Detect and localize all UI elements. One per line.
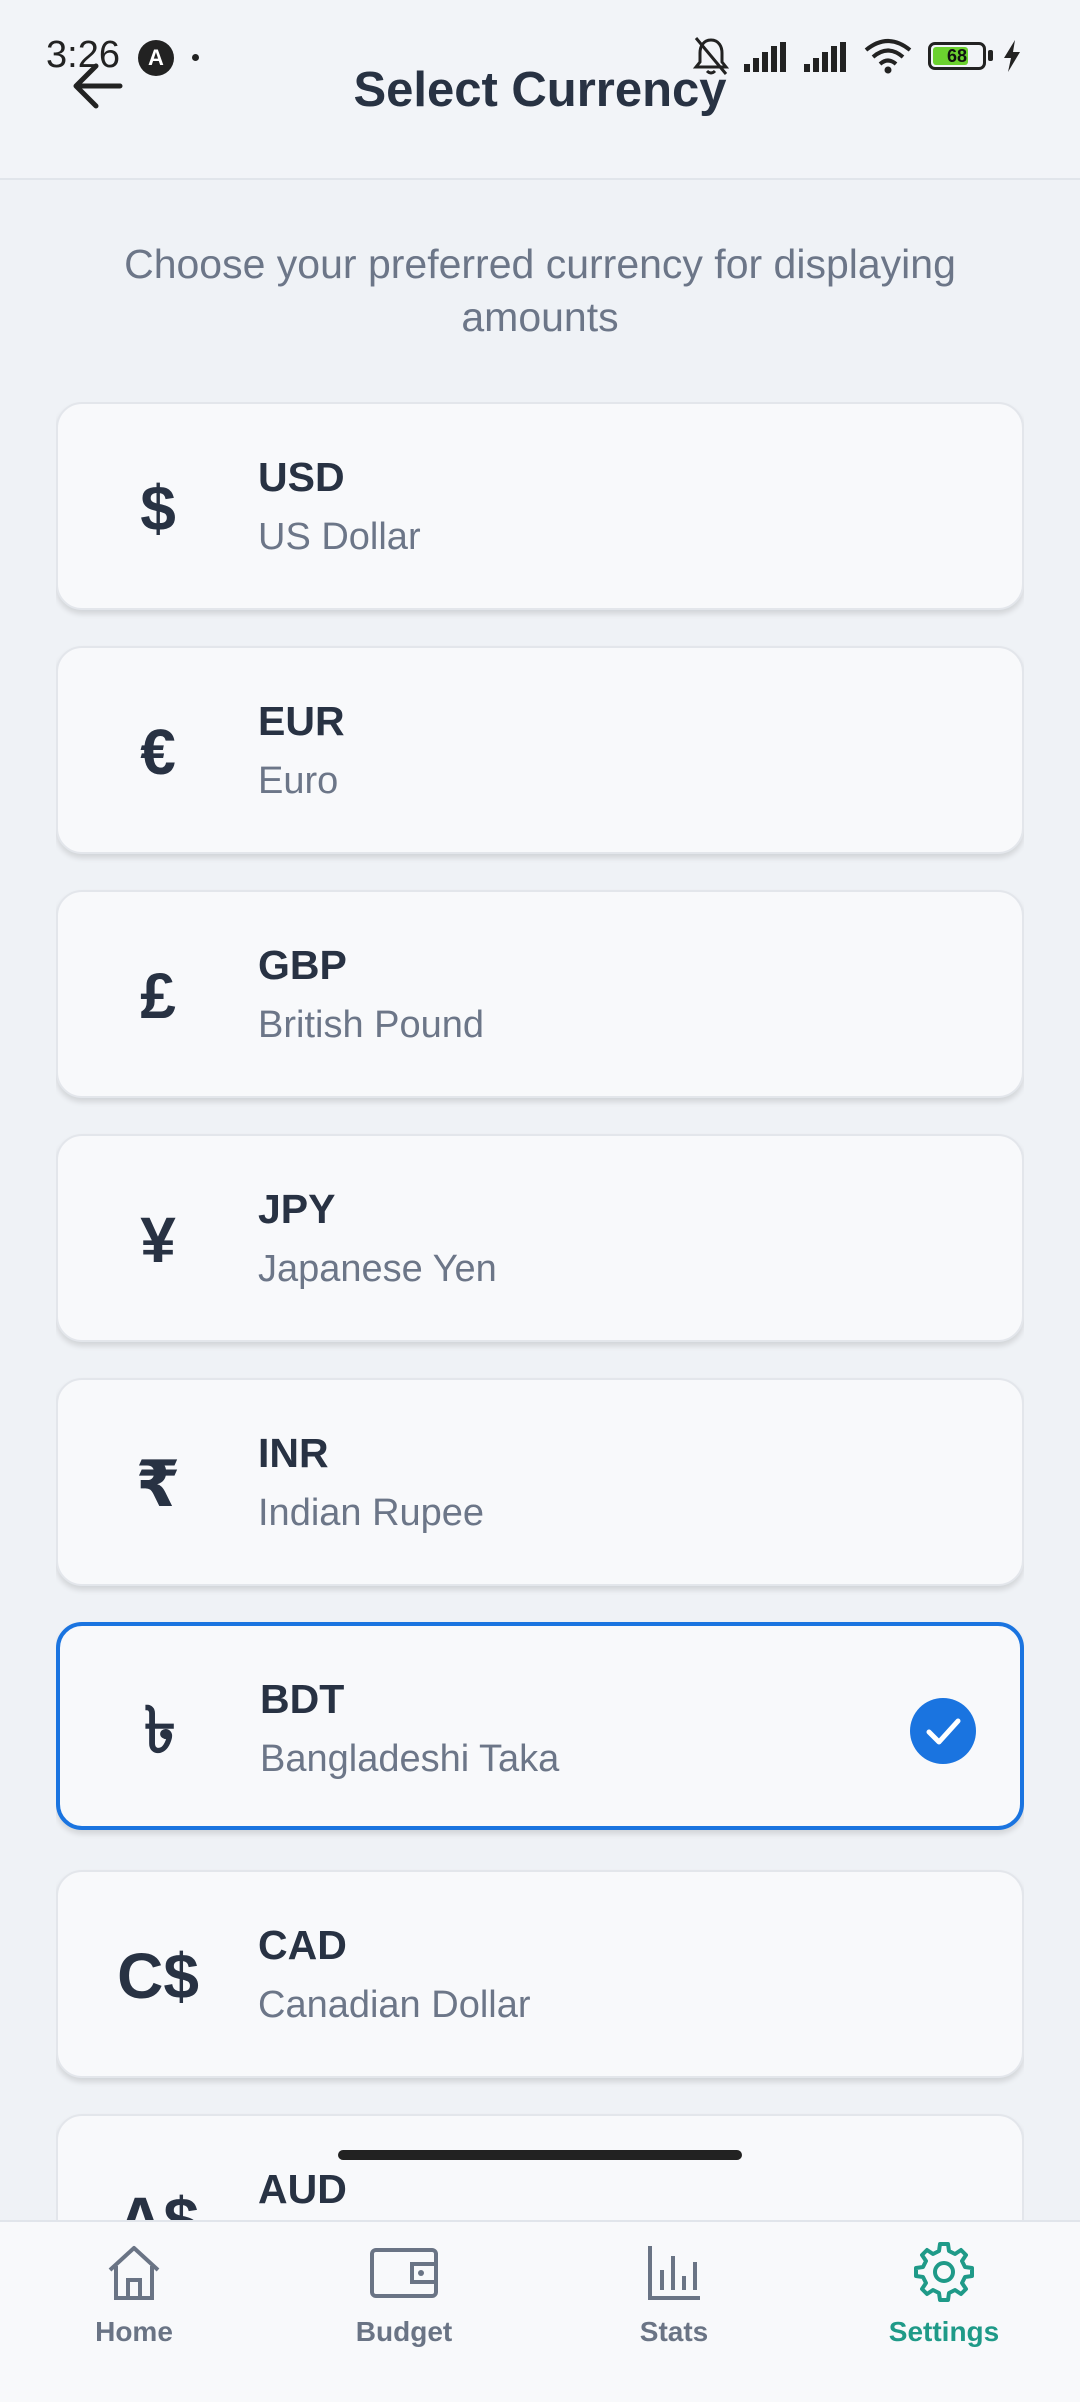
home-indicator[interactable] (338, 2150, 742, 2160)
nav-stats[interactable]: Stats (574, 2240, 774, 2360)
currency-option-jpy[interactable]: ¥ JPY Japanese Yen (56, 1134, 1024, 1342)
currency-name: British Pound (258, 1004, 485, 1046)
nav-settings[interactable]: Settings (844, 2240, 1044, 2360)
currency-option-gbp[interactable]: £ GBP British Pound (56, 890, 1024, 1098)
nav-label: Home (95, 2316, 173, 2347)
currency-option-eur[interactable]: € EUR Euro (56, 646, 1024, 854)
currency-name: US Dollar (258, 516, 421, 558)
nav-label: Settings (888, 2316, 1000, 2347)
currency-name: Euro (258, 760, 339, 802)
checkmark-icon (910, 1698, 976, 1764)
top-app-bar: 3:26 A 68 Select Currency (0, 0, 1080, 180)
currency-code: BDT (260, 1676, 345, 1722)
currency-code: INR (258, 1430, 329, 1476)
bottom-navigation: Home Budget Stats Settings (0, 2220, 1080, 2402)
currency-symbol: € (140, 716, 176, 788)
currency-option-inr[interactable]: ₹ INR Indian Rupee (56, 1378, 1024, 1586)
currency-option-usd[interactable]: $ USD US Dollar (56, 402, 1024, 610)
currency-code: AUD (258, 2166, 347, 2212)
gear-icon (914, 2242, 974, 2302)
bar-chart-icon (648, 2246, 700, 2300)
currency-symbol: £ (140, 960, 176, 1032)
currency-name: Indian Rupee (258, 1492, 485, 1534)
home-icon (108, 2246, 160, 2300)
currency-code: GBP (258, 942, 347, 988)
currency-symbol: $ (140, 472, 176, 544)
nav-label: Stats (639, 2316, 709, 2347)
currency-code: EUR (258, 698, 345, 744)
nav-home[interactable]: Home (34, 2240, 234, 2360)
currency-symbol: ৳ (144, 1694, 176, 1766)
currency-code: USD (258, 454, 345, 500)
currency-symbol: C$ (117, 1940, 199, 2012)
nav-label: Budget (355, 2316, 453, 2347)
currency-option-aud[interactable]: A$ AUD (56, 2114, 1024, 2220)
currency-symbol: ₹ (135, 1448, 181, 1520)
currency-code: JPY (258, 1186, 336, 1232)
nav-budget[interactable]: Budget (304, 2240, 504, 2360)
currency-option-cad[interactable]: C$ CAD Canadian Dollar (56, 1870, 1024, 2078)
currency-name: Canadian Dollar (258, 1984, 531, 2026)
page-title: Select Currency (353, 63, 727, 117)
currency-name: Bangladeshi Taka (260, 1738, 560, 1780)
page-subtitle: Choose your preferred currency for displ… (124, 241, 956, 340)
currency-symbol: ¥ (140, 1204, 176, 1276)
currency-code: CAD (258, 1922, 347, 1968)
currency-symbol: A$ (117, 2184, 199, 2220)
currency-option-bdt[interactable]: ৳ BDT Bangladeshi Taka (56, 1622, 1024, 1830)
currency-list: $ USD US Dollar € EUR Euro £ GBP British… (56, 402, 1024, 2220)
currency-name: Japanese Yen (258, 1248, 497, 1290)
notification-dot-icon (192, 54, 199, 61)
wallet-icon (370, 2248, 438, 2298)
